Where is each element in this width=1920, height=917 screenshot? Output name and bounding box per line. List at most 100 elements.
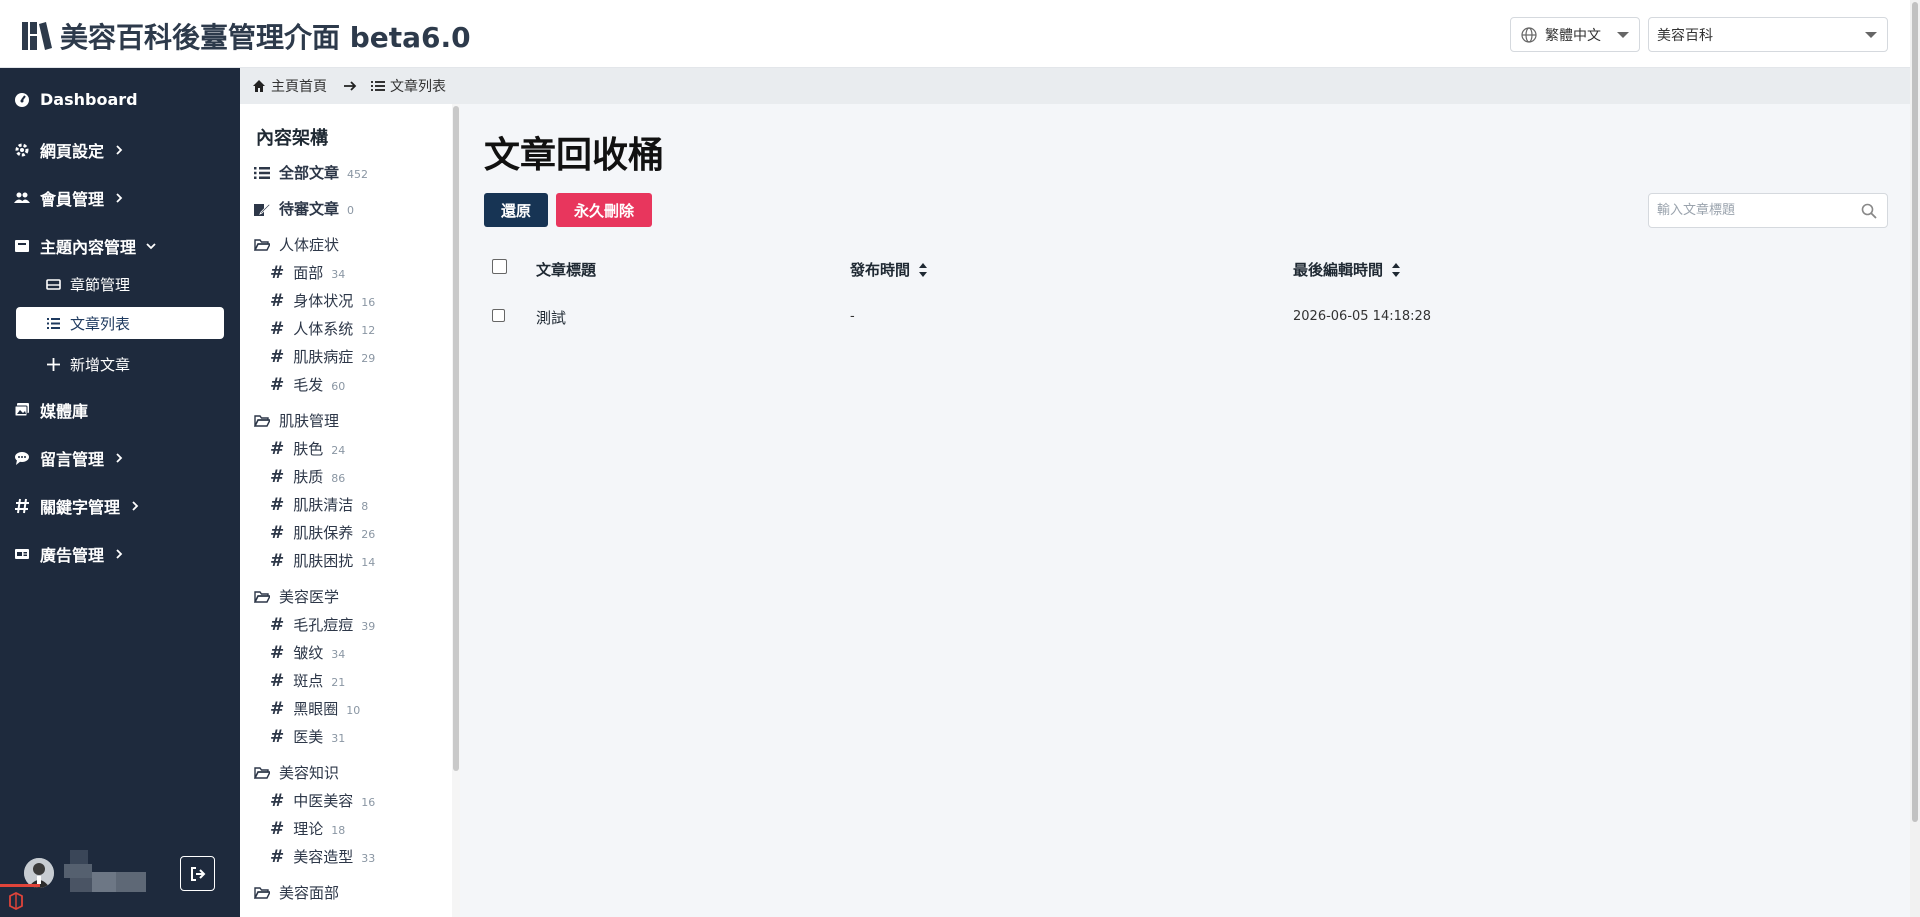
site-value: 美容百科 xyxy=(1657,27,1713,44)
category-count: 0 xyxy=(347,204,355,217)
category-tag[interactable]: # 理论 18 xyxy=(270,818,345,839)
category-tag[interactable]: # 身体状况 16 xyxy=(270,290,375,311)
category-tag[interactable]: # 肌肤保养 26 xyxy=(270,522,375,543)
category-label: 全部文章 xyxy=(279,164,340,182)
sidebar-item-content[interactable]: 主題內容管理 xyxy=(14,234,156,258)
category-tag[interactable]: # 面部 34 xyxy=(270,262,345,283)
column-edited-label: 最後編輯時間 xyxy=(1293,261,1384,279)
category-count: 34 xyxy=(331,648,346,661)
language-select[interactable]: 繁體中文 xyxy=(1510,17,1640,52)
permanent-delete-button[interactable]: 永久刪除 xyxy=(556,193,652,227)
category-tag[interactable]: # 黑眼圈 10 xyxy=(270,698,360,719)
hashtag-icon: # xyxy=(270,699,285,719)
sidebar-item-label: 媒體庫 xyxy=(40,402,89,421)
hdd-icon xyxy=(46,279,61,290)
sidebar-subitem-label: 章節管理 xyxy=(70,276,131,294)
search-box xyxy=(1648,193,1888,228)
category-tag[interactable]: # 肌肤病症 29 xyxy=(270,346,375,367)
sidebar-item-label: 留言管理 xyxy=(40,450,105,469)
category-pending-articles[interactable]: 待審文章 0 xyxy=(254,198,354,219)
hashtag-icon: # xyxy=(270,375,285,395)
category-panel: 內容架構 全部文章 452 待審文章 0 人体症状 # 面部 34 # 身体状况 16 # 人体系统 12… xyxy=(240,104,460,917)
breadcrumb-home[interactable]: 主頁首頁 xyxy=(252,76,327,96)
sidebar-item-dashboard[interactable]: Dashboard xyxy=(14,90,138,109)
category-group[interactable]: 人体症状 xyxy=(254,234,339,255)
sidebar-item-comments[interactable]: 留言管理 xyxy=(14,446,124,470)
sidebar-item-label: 會員管理 xyxy=(40,190,105,209)
category-group[interactable]: 美容知识 xyxy=(254,762,339,783)
sidebar-item-web-settings[interactable]: 網頁設定 xyxy=(14,138,124,162)
edit-icon xyxy=(254,202,270,216)
sidebar-item-keywords[interactable]: 關鍵字管理 xyxy=(14,494,140,518)
category-group[interactable]: 肌肤管理 xyxy=(254,410,339,431)
chevron-right-icon xyxy=(116,145,123,155)
category-label: 美容造型 xyxy=(293,848,354,866)
category-tag[interactable]: # 肤色 24 xyxy=(270,438,345,459)
category-count: 18 xyxy=(331,824,346,837)
laravel-logo-icon xyxy=(0,884,40,911)
sidebar-item-label: Dashboard xyxy=(40,90,138,109)
sort-icon[interactable] xyxy=(918,262,928,278)
category-all-articles[interactable]: 全部文章 452 xyxy=(254,162,368,183)
sidebar-item-label: 主題內容管理 xyxy=(40,238,137,257)
category-tag[interactable]: # 毛孔痘痘 39 xyxy=(270,614,375,635)
logo-icon xyxy=(22,22,52,50)
category-tag[interactable]: # 人体系统 12 xyxy=(270,318,375,339)
sidebar-item-ads[interactable]: 廣告管理 xyxy=(14,542,124,566)
category-label: 斑点 xyxy=(293,672,324,690)
sidebar-subitem-label: 新增文章 xyxy=(70,356,131,374)
category-tag[interactable]: # 毛发 60 xyxy=(270,374,345,395)
hashtag-icon: # xyxy=(270,467,285,487)
select-all-checkbox[interactable] xyxy=(492,259,507,274)
sidebar-subitem-chapters[interactable]: 章節管理 xyxy=(46,274,130,295)
category-count: 60 xyxy=(331,380,346,393)
list-icon xyxy=(47,317,60,329)
hashtag-icon: # xyxy=(270,291,285,311)
category-tag[interactable]: # 美容造型 33 xyxy=(270,846,375,867)
book-icon xyxy=(15,240,29,252)
category-label: 肌肤病症 xyxy=(293,348,354,366)
category-panel-title: 內容架構 xyxy=(256,128,328,149)
category-group-label: 美容面部 xyxy=(279,884,340,902)
category-tag[interactable]: # 皱纹 34 xyxy=(270,642,345,663)
category-scrollbar[interactable] xyxy=(452,104,460,917)
category-group[interactable]: 美容医学 xyxy=(254,586,339,607)
comment-icon xyxy=(15,452,29,465)
sidebar-item-members[interactable]: 會員管理 xyxy=(14,186,124,210)
sidebar-subitem-new-article[interactable]: 新增文章 xyxy=(46,354,130,375)
category-label: 毛发 xyxy=(293,376,324,394)
sign-out-icon xyxy=(190,866,205,881)
page-scrollbar[interactable] xyxy=(1910,0,1920,917)
column-header-edited[interactable]: 最後編輯時間 xyxy=(1293,259,1401,280)
row-title[interactable]: 測試 xyxy=(536,307,566,328)
sidebar-subitem-article-list[interactable]: 文章列表 xyxy=(16,307,224,339)
hashtag-icon: # xyxy=(270,671,285,691)
logout-button[interactable] xyxy=(180,856,215,891)
sidebar-item-media[interactable]: 媒體庫 xyxy=(14,398,88,422)
category-label: 面部 xyxy=(293,264,324,282)
category-tag[interactable]: # 肤质 86 xyxy=(270,466,345,487)
list-icon xyxy=(254,166,270,179)
sort-icon[interactable] xyxy=(1391,262,1401,278)
search-icon[interactable] xyxy=(1861,203,1877,219)
page-title: 文章回收桶 xyxy=(484,135,665,176)
category-group-label: 肌肤管理 xyxy=(279,412,340,430)
search-input[interactable] xyxy=(1649,194,1849,227)
breadcrumb-current: 文章列表 xyxy=(371,76,446,96)
images-icon xyxy=(14,403,29,417)
site-select[interactable]: 美容百科 xyxy=(1648,17,1888,52)
category-tag[interactable]: # 医美 31 xyxy=(270,726,345,747)
column-header-published[interactable]: 發布時間 xyxy=(850,259,928,280)
top-bar: 美容百科後臺管理介面 beta6.0 繁體中文 美容百科 xyxy=(0,0,1910,68)
category-tag[interactable]: # 中医美容 16 xyxy=(270,790,375,811)
category-tag[interactable]: # 斑点 21 xyxy=(270,670,345,691)
category-group[interactable]: 美容面部 xyxy=(254,882,339,903)
restore-button[interactable]: 還原 xyxy=(484,193,548,227)
category-tag[interactable]: # 肌肤困扰 14 xyxy=(270,550,375,571)
category-count: 26 xyxy=(361,528,376,541)
category-tag[interactable]: # 肌肤清洁 8 xyxy=(270,494,368,515)
app-title: 美容百科後臺管理介面 beta6.0 xyxy=(60,21,471,54)
row-checkbox[interactable] xyxy=(492,309,505,322)
column-published-label: 發布時間 xyxy=(850,261,911,279)
hashtag-icon: # xyxy=(270,551,285,571)
